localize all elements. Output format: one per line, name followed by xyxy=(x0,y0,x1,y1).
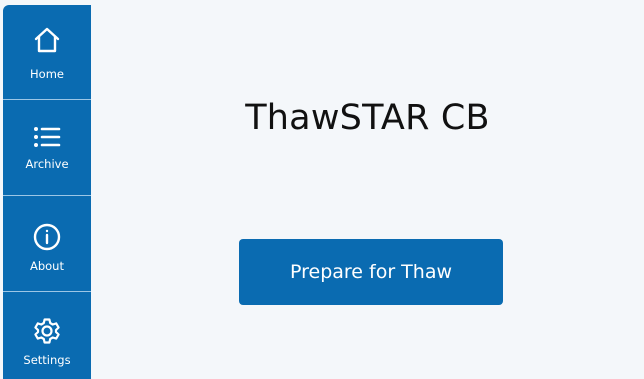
sidebar-item-archive[interactable]: Archive xyxy=(3,100,91,194)
sidebar: Home Archive About Settings xyxy=(3,5,91,379)
sidebar-item-label: Home xyxy=(30,67,64,81)
app-screen: Home Archive About Settings ThawSTAR CB … xyxy=(0,0,644,379)
sidebar-item-label: Archive xyxy=(25,157,69,171)
gear-icon xyxy=(32,316,62,346)
info-icon xyxy=(32,222,62,252)
list-icon xyxy=(32,122,62,152)
page-title: ThawSTAR CB xyxy=(245,98,490,138)
home-icon xyxy=(32,25,62,55)
sidebar-item-label: About xyxy=(29,259,64,273)
sidebar-item-settings[interactable]: Settings xyxy=(3,292,91,379)
prepare-for-thaw-button[interactable]: Prepare for Thaw xyxy=(239,239,503,305)
sidebar-item-about[interactable]: About xyxy=(3,196,91,290)
main-content: ThawSTAR CB Prepare for Thaw xyxy=(91,5,644,379)
sidebar-item-home[interactable]: Home xyxy=(3,5,91,99)
sidebar-item-label: Settings xyxy=(23,353,71,367)
